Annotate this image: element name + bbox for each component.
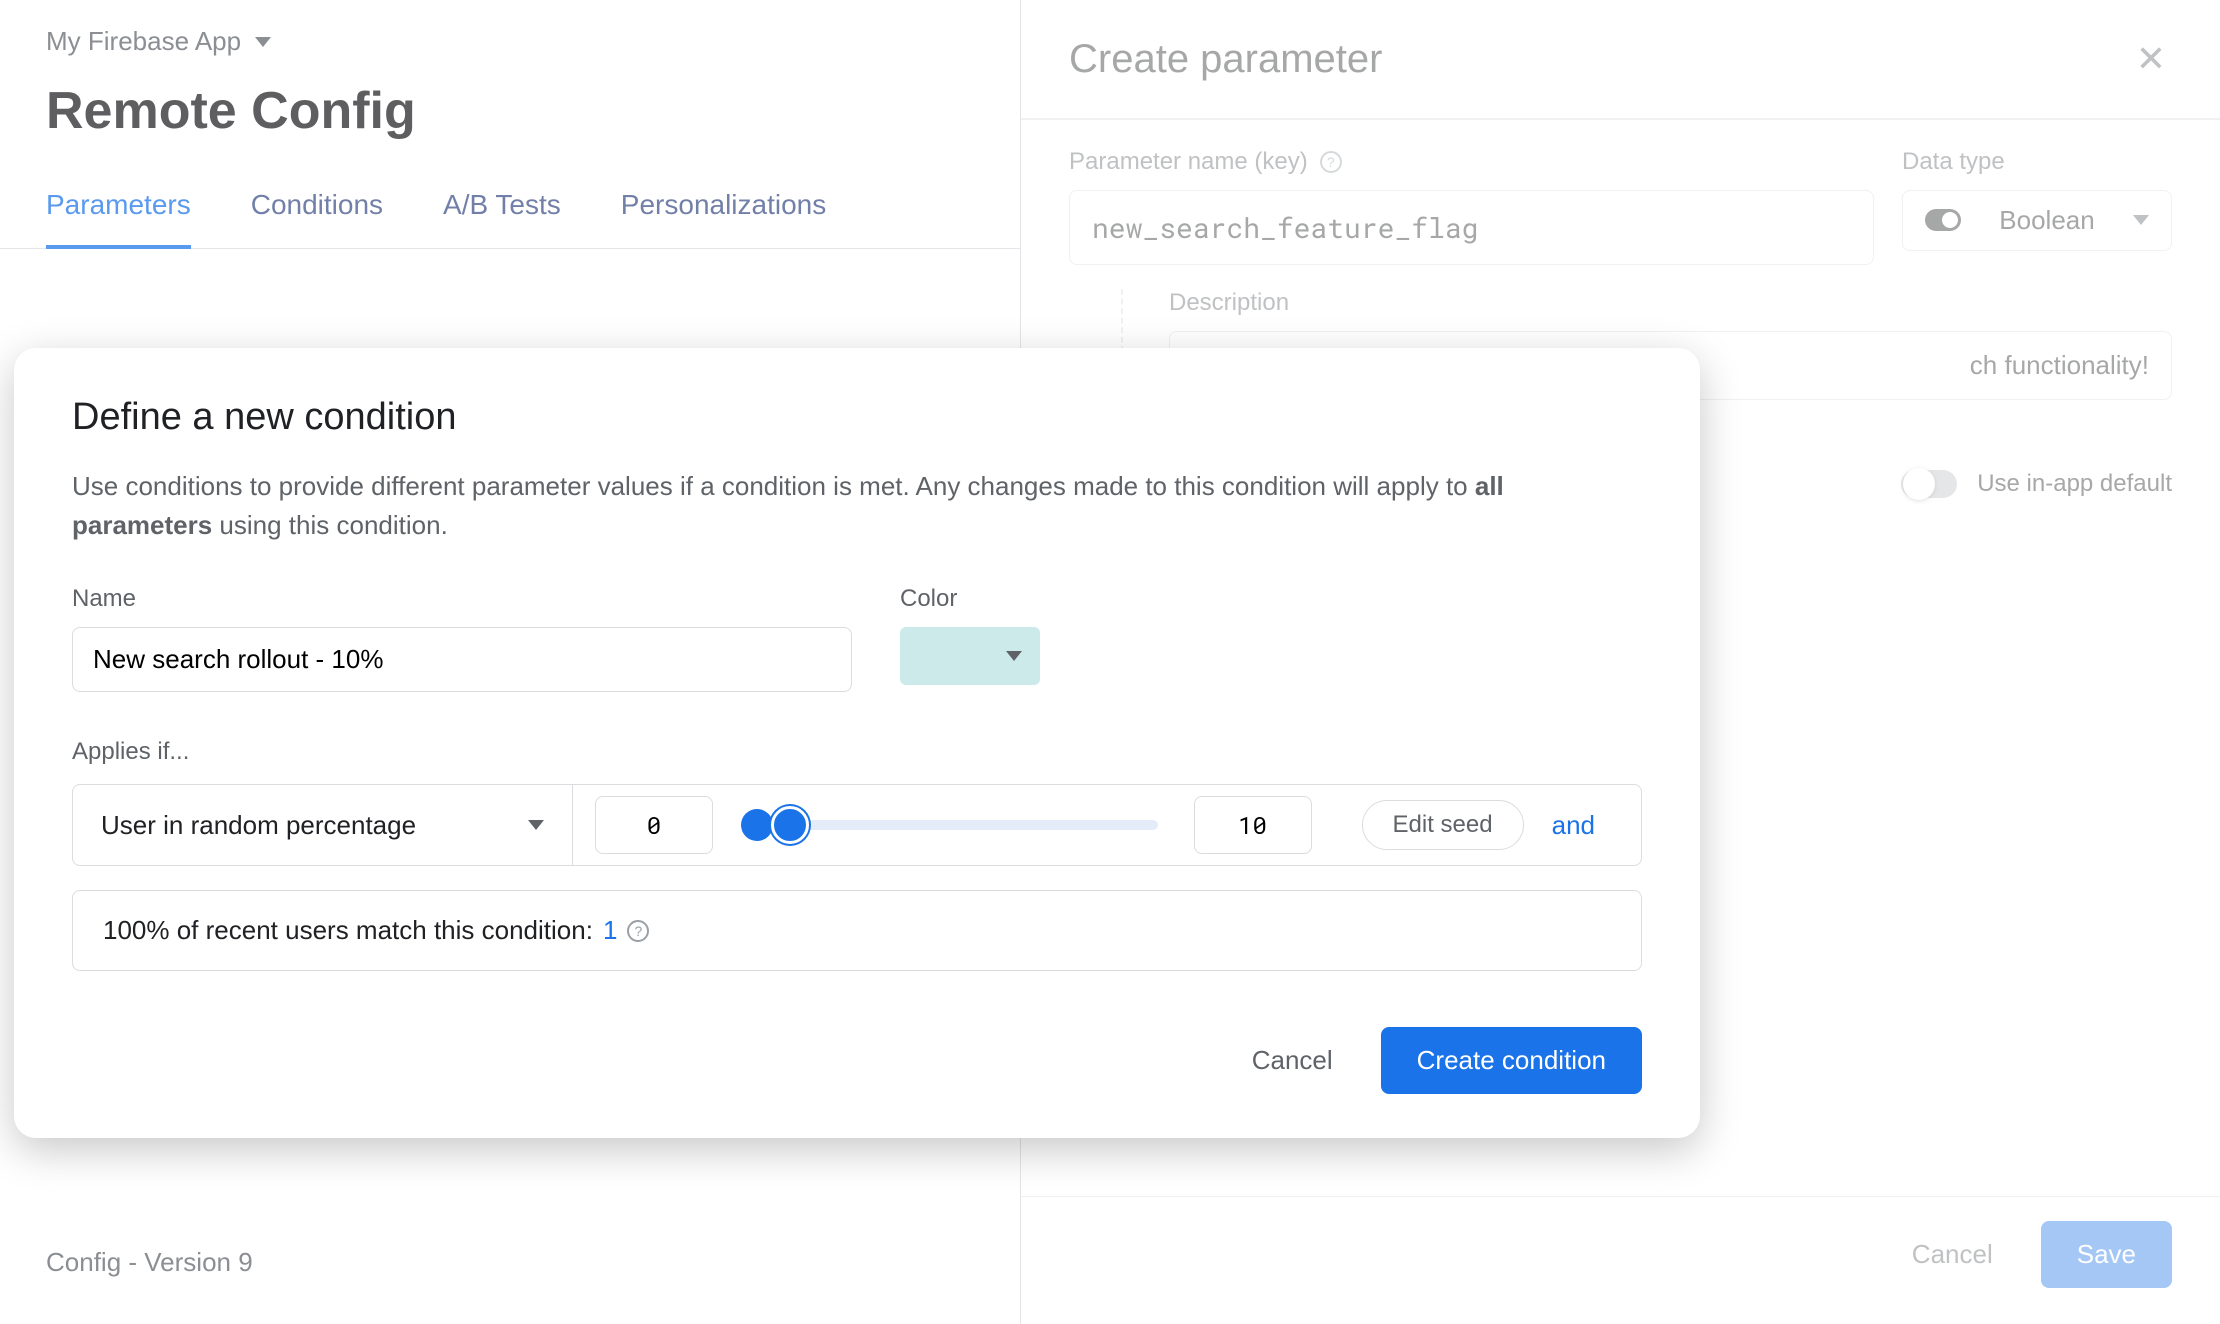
chevron-down-icon xyxy=(528,820,544,830)
color-picker[interactable] xyxy=(900,627,1040,685)
modal-cancel-button[interactable]: Cancel xyxy=(1244,1031,1341,1090)
slider-thumb-min[interactable] xyxy=(741,809,773,841)
modal-help-text: Use conditions to provide different para… xyxy=(72,467,1642,545)
condition-rule-row: User in random percentage Edit seed and xyxy=(72,784,1642,866)
color-label: Color xyxy=(900,585,1040,613)
param-name-input[interactable] xyxy=(1069,190,1874,265)
data-type-select[interactable]: Boolean xyxy=(1902,190,2172,251)
range-max-input[interactable] xyxy=(1194,796,1312,854)
match-summary: 100% of recent users match this conditio… xyxy=(72,890,1642,971)
data-type-label: Data type xyxy=(1902,148,2172,176)
modal-title: Define a new condition xyxy=(72,396,1642,439)
and-button[interactable]: and xyxy=(1552,810,1595,841)
applies-if-label: Applies if... xyxy=(72,738,1642,766)
drawer-cancel-button[interactable]: Cancel xyxy=(1904,1225,2001,1284)
define-condition-modal: Define a new condition Use conditions to… xyxy=(14,348,1700,1138)
boolean-icon xyxy=(1925,209,1961,231)
inapp-default-toggle[interactable] xyxy=(1901,470,1957,498)
drawer-title: Create parameter xyxy=(1069,37,1382,82)
condition-name-input[interactable] xyxy=(72,627,852,692)
condition-type-select[interactable]: User in random percentage xyxy=(73,785,573,865)
condition-name-label: Name xyxy=(72,585,852,613)
inapp-default-label: Use in-app default xyxy=(1977,470,2172,498)
drawer-save-button[interactable]: Save xyxy=(2041,1221,2172,1288)
match-count: 1 xyxy=(603,915,617,946)
data-type-value: Boolean xyxy=(1999,205,2094,236)
help-icon[interactable]: ? xyxy=(627,920,649,942)
chevron-down-icon xyxy=(2133,215,2149,225)
range-min-input[interactable] xyxy=(595,796,713,854)
tab-abtests[interactable]: A/B Tests xyxy=(443,189,561,248)
tab-personalizations[interactable]: Personalizations xyxy=(621,189,826,248)
project-name: My Firebase App xyxy=(46,26,241,57)
percentage-slider[interactable] xyxy=(749,820,1158,830)
config-version: Config - Version 9 xyxy=(46,1247,253,1278)
chevron-down-icon xyxy=(1006,651,1022,661)
help-icon[interactable]: ? xyxy=(1320,151,1342,173)
close-icon[interactable]: ✕ xyxy=(2130,32,2172,86)
edit-seed-button[interactable]: Edit seed xyxy=(1362,800,1524,850)
chevron-down-icon xyxy=(255,37,271,47)
slider-thumb-max[interactable] xyxy=(771,806,809,844)
tab-parameters[interactable]: Parameters xyxy=(46,189,191,249)
create-condition-button[interactable]: Create condition xyxy=(1381,1027,1642,1094)
tab-conditions[interactable]: Conditions xyxy=(251,189,383,248)
description-label: Description xyxy=(1169,289,2172,317)
param-name-label: Parameter name (key) xyxy=(1069,148,1308,176)
